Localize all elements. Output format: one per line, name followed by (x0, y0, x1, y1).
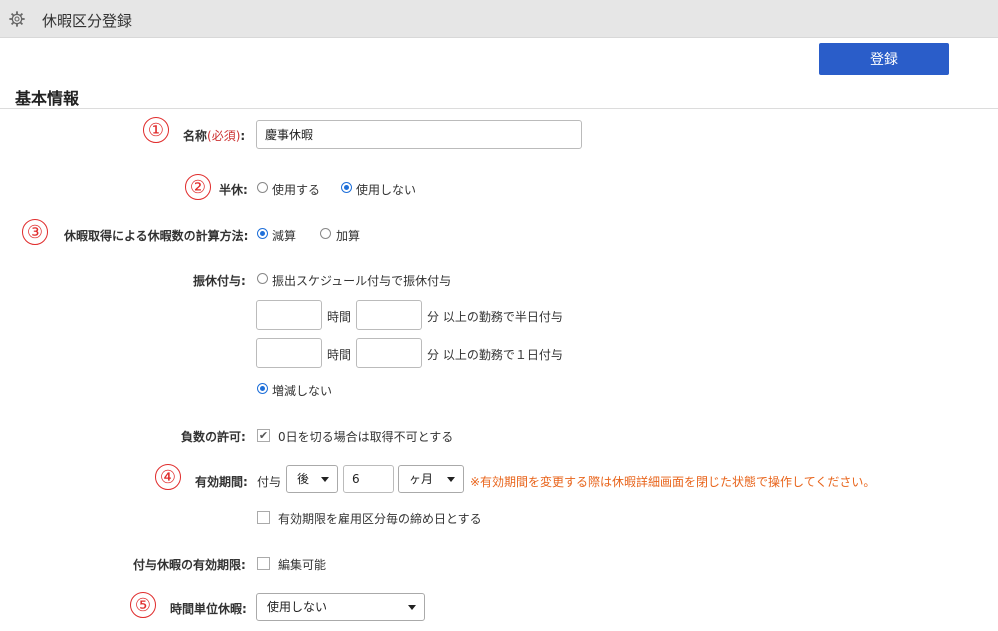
half-use-label: 使用する (272, 183, 321, 197)
transfer-schedule-radio[interactable] (257, 273, 268, 284)
validity-warning: ※有効期間を変更する際は休暇詳細画面を閉じた状態で操作してください。 (470, 475, 876, 489)
full-day-minutes-input[interactable] (356, 338, 422, 368)
marker-1: ① (143, 117, 169, 143)
register-button[interactable]: 登録 (819, 43, 949, 75)
page-title: 休暇区分登録 (42, 12, 133, 30)
section-divider (0, 108, 998, 109)
calc-add-radio[interactable] (320, 228, 331, 239)
hourly-select[interactable]: 使用しない (256, 593, 425, 621)
marker-2: ② (185, 174, 211, 200)
name-label: 名称(必須): (183, 129, 246, 143)
required-mark: (必須) (207, 129, 241, 143)
transfer-schedule-label: 振出スケジュール付与で振休付与 (272, 274, 452, 288)
marker-4: ④ (155, 464, 181, 490)
half-label: 半休: (219, 183, 248, 197)
calc-add-label: 加算 (336, 229, 361, 243)
full-day-hours-unit: 時間 (327, 348, 352, 362)
negative-check-label: 0日を切る場合は取得不可とする (278, 430, 454, 444)
negative-checkbox[interactable]: ✔ (257, 429, 270, 442)
closing-date-label: 有効期限を雇用区分毎の締め日とする (278, 512, 482, 526)
chevron-down-icon (447, 477, 455, 482)
title-bar: 休暇区分登録 (0, 0, 998, 38)
validity-after-select[interactable]: 後 (286, 465, 338, 493)
validity-count-input[interactable] (343, 465, 394, 493)
half-day-minutes-input[interactable] (356, 300, 422, 330)
section-title: 基本情報 (15, 89, 80, 108)
grant-validity-checkbox[interactable] (257, 557, 270, 570)
name-input[interactable] (256, 120, 582, 149)
grant-validity-label: 付与休暇の有効期限: (133, 558, 246, 572)
calc-subtract-label: 減算 (272, 229, 297, 243)
half-day-minutes-unit: 分 以上の勤務で半日付与 (427, 310, 563, 324)
validity-unit-select[interactable]: ヶ月 (398, 465, 464, 493)
calc-subtract-radio[interactable] (257, 228, 268, 239)
half-nouse-label: 使用しない (356, 183, 417, 197)
half-day-hours-unit: 時間 (327, 310, 352, 324)
calc-label: 休暇取得による休暇数の計算方法: (64, 229, 249, 243)
marker-5: ⑤ (130, 592, 156, 618)
negative-label: 負数の許可: (181, 430, 246, 444)
transfer-none-label: 増減しない (272, 384, 333, 398)
marker-3: ③ (22, 219, 48, 245)
half-day-hours-input[interactable] (256, 300, 322, 330)
half-use-radio[interactable] (257, 182, 268, 193)
full-day-minutes-unit: 分 以上の勤務で１日付与 (427, 348, 563, 362)
closing-date-checkbox[interactable] (257, 511, 270, 524)
validity-label: 有効期間: (195, 475, 248, 489)
gear-icon (9, 11, 25, 27)
half-nouse-radio[interactable] (341, 182, 352, 193)
full-day-hours-input[interactable] (256, 338, 322, 368)
hourly-label: 時間単位休暇: (170, 602, 247, 616)
transfer-label: 振休付与: (193, 274, 246, 288)
validity-prefix: 付与 (257, 475, 282, 489)
chevron-down-icon (408, 605, 416, 610)
chevron-down-icon (321, 477, 329, 482)
transfer-none-radio[interactable] (257, 383, 268, 394)
grant-validity-check-label: 編集可能 (278, 558, 327, 572)
